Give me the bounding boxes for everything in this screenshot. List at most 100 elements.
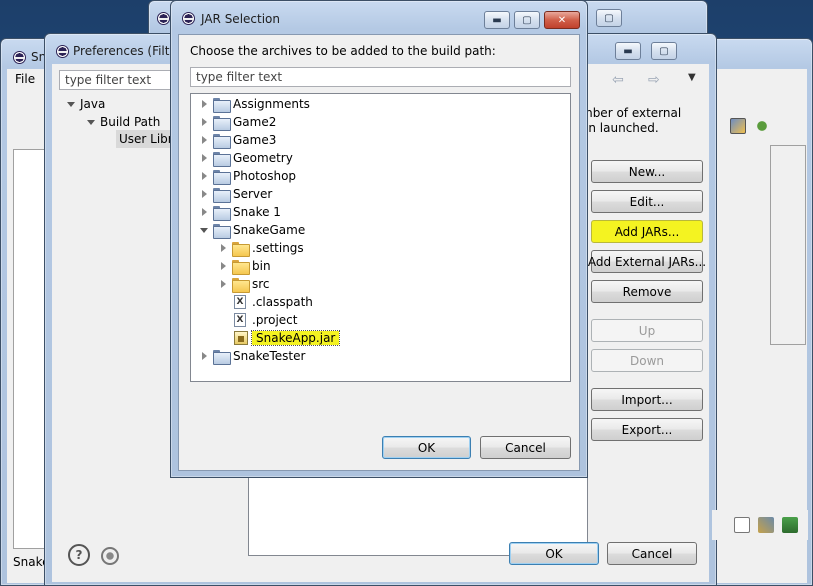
- project-folder-icon: [213, 133, 231, 149]
- down-button[interactable]: Down: [591, 349, 703, 372]
- pref-maximize-button[interactable]: ▢: [651, 42, 677, 60]
- folder-icon: [232, 259, 250, 275]
- jar-tree-item[interactable]: Game2: [199, 113, 276, 131]
- jar-dialog-logo-icon: [182, 12, 195, 25]
- remove-button[interactable]: Remove: [591, 280, 703, 303]
- import-button[interactable]: Import...: [591, 388, 703, 411]
- collapse-icon[interactable]: [199, 225, 209, 235]
- jar-tree-item[interactable]: Snake 1: [199, 203, 281, 221]
- up-button[interactable]: Up: [591, 319, 703, 342]
- project-folder-icon: [213, 205, 231, 221]
- jar-ok-button[interactable]: OK: [382, 436, 471, 459]
- jar-tree-item[interactable]: X .classpath: [218, 293, 313, 311]
- project-folder-icon: [213, 169, 231, 185]
- expand-icon[interactable]: [218, 243, 228, 253]
- debug-perspective-icon[interactable]: [754, 118, 770, 134]
- jar-tree: Assignments Game2 Game3 Geometry Photoshop Se…: [190, 93, 571, 382]
- help-icon[interactable]: ?: [68, 544, 90, 566]
- jar-file-icon: [234, 331, 248, 345]
- jar-maximize-button[interactable]: ▢: [514, 11, 540, 29]
- expand-icon[interactable]: [86, 117, 96, 127]
- preferences-logo-icon: [56, 45, 69, 58]
- background-window-logo-icon: [157, 12, 170, 25]
- expand-icon[interactable]: [199, 135, 209, 145]
- pref-tree-java[interactable]: Java: [66, 95, 105, 113]
- back-arrow-icon[interactable]: ⇦: [612, 72, 624, 88]
- bg-maximize-button[interactable]: ▢: [596, 9, 622, 27]
- jar-tree-item-label: bin: [252, 259, 271, 273]
- project-folder-icon: [213, 187, 231, 203]
- jar-cancel-button[interactable]: Cancel: [480, 436, 571, 459]
- jar-tree-item[interactable]: Game3: [199, 131, 276, 149]
- jar-tree-item[interactable]: SnakeApp.jar: [218, 329, 341, 347]
- expand-icon[interactable]: [199, 117, 209, 127]
- edit-library-button[interactable]: Edit...: [591, 190, 703, 213]
- jar-tree-item[interactable]: SnakeGame: [199, 221, 305, 239]
- jar-tree-item-label: Game2: [233, 115, 277, 129]
- expand-icon[interactable]: [66, 99, 76, 109]
- add-jars-button[interactable]: Add JARs...: [591, 220, 703, 243]
- jar-tree-item[interactable]: src: [218, 275, 270, 293]
- project-folder-icon: [213, 115, 231, 131]
- jar-tree-item-label: src: [252, 277, 270, 291]
- jar-tree-item-label: Game3: [233, 133, 277, 147]
- preferences-filter-input[interactable]: type filter text: [59, 70, 179, 90]
- pref-tree-build-path[interactable]: Build Path: [86, 113, 160, 131]
- add-external-jars-button[interactable]: Add External JARs...: [588, 250, 706, 273]
- jar-tree-item-label: SnakeGame: [233, 223, 306, 237]
- java-perspective-icon[interactable]: [730, 118, 746, 134]
- tool-icon[interactable]: [758, 517, 774, 533]
- jar-tree-item-label: Assignments: [233, 97, 310, 111]
- jar-tree-item[interactable]: X .project: [218, 311, 297, 329]
- jar-tree-item-label: Photoshop: [233, 169, 297, 183]
- jar-tree-item-label: Server: [233, 187, 273, 201]
- jar-tree-item-label: Snake 1: [233, 205, 281, 219]
- right-side-panel: [770, 145, 806, 345]
- jar-tree-item-label: Geometry: [233, 151, 293, 165]
- search-tool-icon[interactable]: [734, 517, 750, 533]
- expand-icon[interactable]: [199, 99, 209, 109]
- expand-icon[interactable]: [218, 261, 228, 271]
- jar-tree-item[interactable]: SnakeTester: [199, 347, 305, 365]
- project-folder-icon: [213, 97, 231, 113]
- expand-icon[interactable]: [218, 279, 228, 289]
- expand-icon[interactable]: [199, 171, 209, 181]
- export-button[interactable]: Export...: [591, 418, 703, 441]
- jar-dialog-client: Choose the archives to be added to the b…: [178, 34, 580, 471]
- jar-tree-item[interactable]: .settings: [218, 239, 304, 257]
- project-folder-icon: [213, 223, 231, 239]
- jar-tree-item-label: .settings: [252, 241, 304, 255]
- preferences-cancel-button[interactable]: Cancel: [607, 542, 697, 565]
- eclipse-logo-icon: [13, 51, 26, 64]
- jar-tree-item[interactable]: Geometry: [199, 149, 293, 167]
- jar-tree-item[interactable]: bin: [218, 257, 271, 275]
- library-description-2: en launched.: [581, 121, 659, 135]
- jar-dialog-title: JAR Selection: [201, 12, 280, 26]
- jar-tree-item[interactable]: Photoshop: [199, 167, 296, 185]
- menu-dropdown-icon[interactable]: ▼: [688, 72, 696, 83]
- jar-tree-item[interactable]: Server: [199, 185, 272, 203]
- new-library-button[interactable]: New...: [591, 160, 703, 183]
- jar-close-button[interactable]: ✕: [544, 11, 580, 29]
- jar-tree-item-label: .classpath: [252, 295, 313, 309]
- preferences-ok-button[interactable]: OK: [509, 542, 599, 565]
- jar-minimize-button[interactable]: ▬: [484, 11, 510, 29]
- download-icon[interactable]: [782, 517, 798, 533]
- forward-arrow-icon[interactable]: ⇨: [648, 72, 660, 88]
- import-export-prefs-icon[interactable]: [101, 547, 119, 565]
- menu-file[interactable]: File: [15, 72, 35, 86]
- jar-selection-dialog: JAR Selection ▬ ▢ ✕ Choose the archives …: [170, 0, 588, 478]
- pref-minimize-button[interactable]: ▬: [615, 42, 641, 60]
- expand-icon[interactable]: [199, 351, 209, 361]
- folder-icon: [232, 241, 250, 257]
- expand-icon[interactable]: [199, 207, 209, 217]
- expand-icon[interactable]: [199, 153, 209, 163]
- jar-tree-item-label: SnakeApp.jar: [250, 330, 341, 346]
- project-folder-icon: [213, 349, 231, 365]
- expand-icon[interactable]: [199, 189, 209, 199]
- jar-filter-input[interactable]: type filter text: [190, 67, 571, 87]
- jar-tree-item-label: .project: [252, 313, 298, 327]
- jar-tree-item[interactable]: Assignments: [199, 95, 310, 113]
